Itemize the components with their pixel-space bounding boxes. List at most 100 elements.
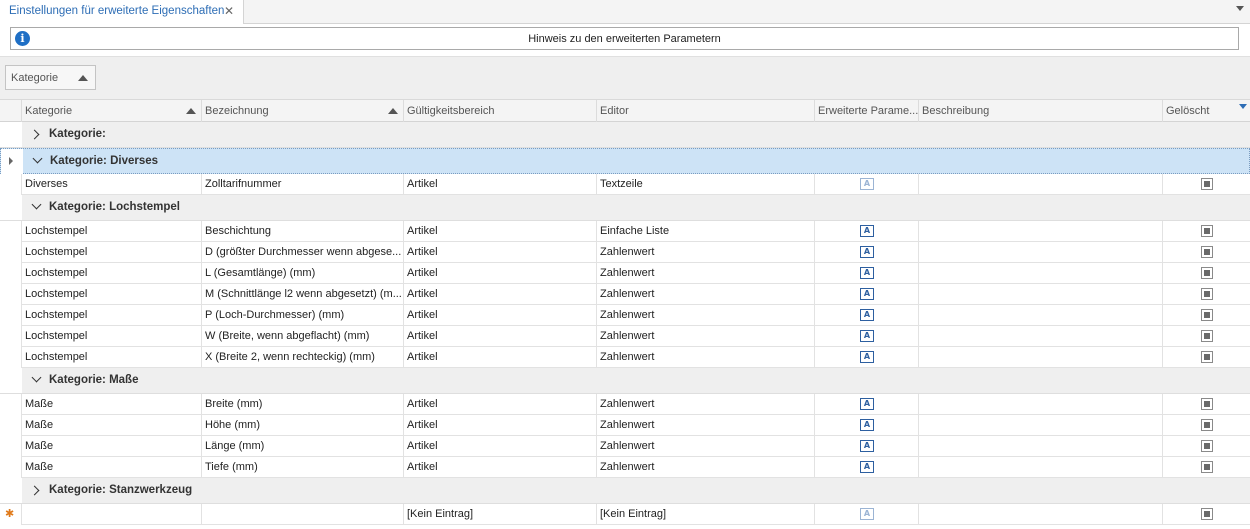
- cell-gueltigkeit[interactable]: Artikel: [404, 415, 597, 436]
- deleted-checkbox[interactable]: [1201, 178, 1213, 190]
- filter-icon[interactable]: [1239, 104, 1247, 109]
- cell-erweitert[interactable]: A: [815, 284, 919, 305]
- deleted-checkbox[interactable]: [1201, 508, 1213, 520]
- cell-gueltigkeit[interactable]: Artikel: [404, 305, 597, 326]
- cell-bezeichnung[interactable]: [202, 504, 404, 525]
- cell-geloescht[interactable]: [1163, 221, 1250, 242]
- cell-editor[interactable]: Textzeile: [597, 174, 815, 195]
- cell-bezeichnung[interactable]: Höhe (mm): [202, 415, 404, 436]
- cell-erweitert[interactable]: A: [815, 174, 919, 195]
- cell-erweitert[interactable]: A: [815, 436, 919, 457]
- deleted-checkbox[interactable]: [1201, 267, 1213, 279]
- cell-erweitert[interactable]: A: [815, 347, 919, 368]
- cell-editor[interactable]: Zahlenwert: [597, 263, 815, 284]
- cell-geloescht[interactable]: [1163, 305, 1250, 326]
- cell-bezeichnung[interactable]: L (Gesamtlänge) (mm): [202, 263, 404, 284]
- cell-editor[interactable]: [Kein Eintrag]: [597, 504, 815, 525]
- group-row[interactable]: Kategorie: Stanzwerkzeug: [0, 478, 1250, 504]
- cell-gueltigkeit[interactable]: Artikel: [404, 174, 597, 195]
- cell-erweitert[interactable]: A: [815, 504, 919, 525]
- table-row[interactable]: Lochstempel P (Loch-Durchmesser) (mm) Arti…: [0, 305, 1250, 326]
- cell-editor[interactable]: Zahlenwert: [597, 284, 815, 305]
- cell-beschreibung[interactable]: [919, 347, 1163, 368]
- cell-kategorie[interactable]: Lochstempel: [22, 305, 202, 326]
- cell-erweitert[interactable]: A: [815, 457, 919, 478]
- extended-parameters-icon[interactable]: A: [860, 246, 874, 258]
- chevron-down-icon[interactable]: [31, 199, 42, 210]
- hint-button[interactable]: i Hinweis zu den erweiterten Parametern: [10, 27, 1239, 50]
- cell-gueltigkeit[interactable]: [Kein Eintrag]: [404, 504, 597, 525]
- cell-kategorie[interactable]: Lochstempel: [22, 326, 202, 347]
- cell-gueltigkeit[interactable]: Artikel: [404, 284, 597, 305]
- cell-gueltigkeit[interactable]: Artikel: [404, 457, 597, 478]
- cell-beschreibung[interactable]: [919, 221, 1163, 242]
- deleted-checkbox[interactable]: [1201, 440, 1213, 452]
- cell-geloescht[interactable]: [1163, 242, 1250, 263]
- group-chip-kategorie[interactable]: Kategorie: [5, 65, 96, 90]
- cell-bezeichnung[interactable]: P (Loch-Durchmesser) (mm): [202, 305, 404, 326]
- table-row[interactable]: Maße Breite (mm) Artikel Zahlenwert A: [0, 394, 1250, 415]
- extended-parameters-icon[interactable]: A: [860, 398, 874, 410]
- chevron-down-icon[interactable]: [32, 153, 43, 164]
- cell-gueltigkeit[interactable]: Artikel: [404, 436, 597, 457]
- deleted-checkbox[interactable]: [1201, 246, 1213, 258]
- cell-bezeichnung[interactable]: Länge (mm): [202, 436, 404, 457]
- extended-parameters-icon[interactable]: A: [860, 267, 874, 279]
- extended-parameters-icon[interactable]: A: [860, 309, 874, 321]
- cell-beschreibung[interactable]: [919, 457, 1163, 478]
- cell-kategorie[interactable]: Lochstempel: [22, 242, 202, 263]
- cell-gueltigkeit[interactable]: Artikel: [404, 221, 597, 242]
- cell-beschreibung[interactable]: [919, 263, 1163, 284]
- cell-gueltigkeit[interactable]: Artikel: [404, 394, 597, 415]
- cell-kategorie[interactable]: [22, 504, 202, 525]
- extended-parameters-icon[interactable]: A: [860, 461, 874, 473]
- column-header-geloescht[interactable]: Gelöscht: [1163, 100, 1250, 122]
- table-row[interactable]: Maße Höhe (mm) Artikel Zahlenwert A: [0, 415, 1250, 436]
- cell-beschreibung[interactable]: [919, 305, 1163, 326]
- cell-geloescht[interactable]: [1163, 394, 1250, 415]
- cell-beschreibung[interactable]: [919, 326, 1163, 347]
- extended-parameters-icon[interactable]: A: [860, 288, 874, 300]
- extended-parameters-icon[interactable]: A: [860, 351, 874, 363]
- cell-gueltigkeit[interactable]: Artikel: [404, 347, 597, 368]
- extended-parameters-icon[interactable]: A: [860, 440, 874, 452]
- table-row[interactable]: Maße Tiefe (mm) Artikel Zahlenwert A: [0, 457, 1250, 478]
- cell-erweitert[interactable]: A: [815, 394, 919, 415]
- new-row[interactable]: ✱ [Kein Eintrag] [Kein Eintrag] A: [0, 504, 1250, 525]
- chevron-right-icon[interactable]: [29, 485, 40, 496]
- deleted-checkbox[interactable]: [1201, 330, 1213, 342]
- cell-editor[interactable]: Zahlenwert: [597, 457, 815, 478]
- cell-editor[interactable]: Zahlenwert: [597, 394, 815, 415]
- cell-geloescht[interactable]: [1163, 284, 1250, 305]
- cell-erweitert[interactable]: A: [815, 221, 919, 242]
- cell-erweitert[interactable]: A: [815, 305, 919, 326]
- table-row[interactable]: Lochstempel W (Breite, wenn abgeflacht) (…: [0, 326, 1250, 347]
- column-header-bezeichnung[interactable]: Bezeichnung: [202, 100, 404, 122]
- cell-kategorie[interactable]: Diverses: [22, 174, 202, 195]
- cell-kategorie[interactable]: Maße: [22, 457, 202, 478]
- column-header-gueltigkeitsbereich[interactable]: Gültigkeitsbereich: [404, 100, 597, 122]
- cell-beschreibung[interactable]: [919, 415, 1163, 436]
- cell-bezeichnung[interactable]: W (Breite, wenn abgeflacht) (mm): [202, 326, 404, 347]
- cell-kategorie[interactable]: Maße: [22, 394, 202, 415]
- cell-geloescht[interactable]: [1163, 263, 1250, 284]
- cell-geloescht[interactable]: [1163, 436, 1250, 457]
- table-row[interactable]: Lochstempel X (Breite 2, wenn rechteckig)…: [0, 347, 1250, 368]
- deleted-checkbox[interactable]: [1201, 461, 1213, 473]
- tab-menu-dropdown-icon[interactable]: [1236, 6, 1244, 11]
- table-row[interactable]: Diverses Zolltarifnummer Artikel Textzeile A: [0, 174, 1250, 195]
- table-row[interactable]: Maße Länge (mm) Artikel Zahlenwert A: [0, 436, 1250, 457]
- cell-erweitert[interactable]: A: [815, 326, 919, 347]
- group-row[interactable]: Kategorie: Diverses: [0, 148, 1250, 174]
- table-row[interactable]: Lochstempel M (Schnittlänge l2 wenn abges…: [0, 284, 1250, 305]
- cell-bezeichnung[interactable]: X (Breite 2, wenn rechteckig) (mm): [202, 347, 404, 368]
- cell-erweitert[interactable]: A: [815, 415, 919, 436]
- cell-kategorie[interactable]: Lochstempel: [22, 221, 202, 242]
- cell-editor[interactable]: Zahlenwert: [597, 347, 815, 368]
- cell-bezeichnung[interactable]: Tiefe (mm): [202, 457, 404, 478]
- cell-geloescht[interactable]: [1163, 504, 1250, 525]
- cell-beschreibung[interactable]: [919, 394, 1163, 415]
- cell-kategorie[interactable]: Maße: [22, 436, 202, 457]
- extended-parameters-icon[interactable]: A: [860, 225, 874, 237]
- cell-editor[interactable]: Zahlenwert: [597, 242, 815, 263]
